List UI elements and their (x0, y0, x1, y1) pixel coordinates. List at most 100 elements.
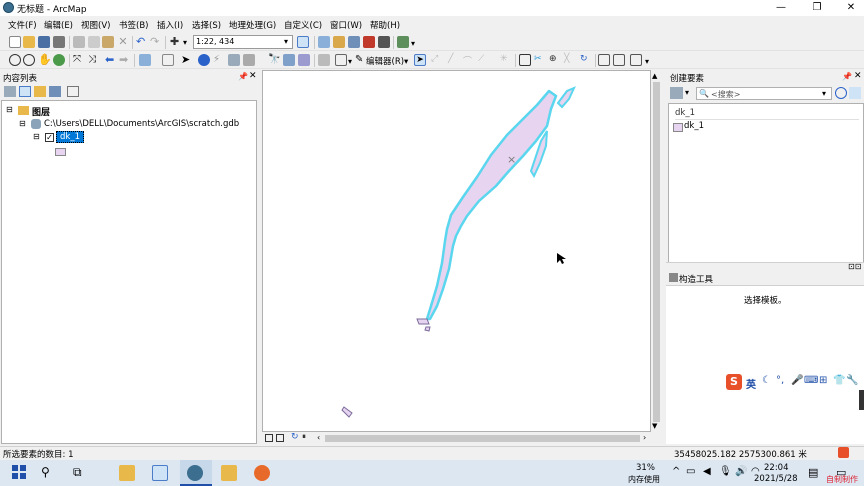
layer-visibility-checkbox[interactable]: ✓ (45, 133, 54, 142)
close-button[interactable]: ✕ (840, 1, 862, 15)
tray-battery-icon[interactable]: ▭ (686, 466, 695, 477)
fixed-zoom-out-icon[interactable]: ⤨ (88, 54, 100, 66)
python-window-icon[interactable] (378, 36, 390, 48)
viewer-window-icon[interactable] (335, 54, 347, 66)
add-data-icon[interactable]: ✚ (170, 36, 182, 48)
task-view-icon[interactable]: ⧉ (73, 465, 89, 481)
clock-date[interactable]: 2021/5/28 (754, 474, 798, 484)
right-edge-scroll-icon[interactable] (859, 390, 864, 410)
search-taskbar-icon[interactable]: ⚲ (41, 465, 57, 481)
editor-menu[interactable]: 编辑器(R)▾ (366, 55, 408, 67)
pause-drawing-icon[interactable]: ⏸ (302, 432, 306, 442)
html-popup-icon[interactable] (228, 54, 240, 66)
polygon-part-small[interactable] (341, 406, 353, 418)
sogou-tray-icon[interactable] (838, 447, 849, 458)
scale-dropdown-icon[interactable]: ▾ (284, 37, 288, 46)
layer-collapse-icon[interactable]: ⊟ (33, 132, 40, 141)
fixed-zoom-in-icon[interactable]: ⤧ (73, 54, 85, 66)
measure-icon[interactable] (243, 54, 255, 66)
notepad-icon[interactable] (152, 465, 168, 481)
clear-selection-icon[interactable] (162, 54, 174, 66)
ime-mic-icon[interactable]: 🎤 (791, 375, 803, 386)
zoom-in-icon[interactable] (9, 54, 21, 66)
forward-extent-icon[interactable]: ➡ (119, 54, 131, 66)
clock-time[interactable]: 22:04 (764, 463, 789, 473)
data-view-icon[interactable] (265, 434, 273, 442)
tray-mic-icon[interactable]: 🎙 (719, 466, 732, 477)
sketch-properties-icon[interactable] (613, 54, 625, 66)
hscroll-thumb[interactable] (325, 435, 640, 442)
search-window-icon[interactable] (348, 36, 360, 48)
rotate-icon[interactable]: ↻ (580, 54, 592, 66)
ime-grid-icon[interactable]: ⊞ (819, 375, 827, 386)
new-document-icon[interactable] (9, 36, 21, 48)
toc-close-icon[interactable]: ✕ (249, 71, 257, 81)
template-item[interactable]: dk_1 (671, 121, 711, 133)
maximize-button[interactable]: ❐ (806, 1, 828, 15)
catalog-window-icon[interactable] (333, 36, 345, 48)
polygon-part-upper-right[interactable] (556, 86, 576, 109)
scroll-left-icon[interactable]: ‹ (317, 433, 320, 442)
editor-toolbar-icon[interactable] (297, 36, 309, 48)
layers-collapse-icon[interactable]: ⊟ (6, 105, 13, 114)
print-icon[interactable] (53, 36, 65, 48)
layers-label[interactable]: 图层 (32, 105, 50, 118)
ime-toolbar[interactable]: S 英 ☾ °, 🎤 ⌨ ⊞ 👕 🔧 (724, 373, 864, 391)
toc-options-icon[interactable] (67, 86, 79, 97)
ime-moon-icon[interactable]: ☾ (762, 375, 771, 386)
search-dropdown-icon[interactable]: ▾ (822, 89, 826, 98)
template-properties-icon[interactable] (849, 87, 861, 99)
search-box[interactable]: 🔍 <搜索> ▾ (696, 87, 832, 100)
model-builder-icon[interactable] (397, 36, 409, 48)
tray-chevron-icon[interactable]: ^ (672, 466, 680, 477)
time-slider-icon[interactable] (318, 54, 330, 66)
arcmap-taskbar-icon[interactable] (187, 465, 203, 481)
editor-overflow-icon[interactable]: ▾ (645, 57, 649, 66)
split-icon[interactable]: ╳ (564, 54, 576, 66)
open-folder-icon[interactable] (23, 36, 35, 48)
undo-icon[interactable]: ↶ (136, 36, 148, 48)
ime-language-toggle[interactable]: 英 (746, 376, 756, 391)
refresh-icon[interactable]: ↻ (291, 432, 299, 442)
panel-splitter[interactable]: ⊡⊡ (666, 262, 864, 271)
toc-pin-icon[interactable]: 📌 (238, 72, 248, 81)
create-features-icon[interactable] (630, 54, 642, 66)
find-route-icon[interactable] (283, 54, 295, 66)
map-scale-input[interactable]: 1:22, 434 (193, 35, 293, 49)
menu-customize[interactable]: 自定义(C) (284, 19, 322, 31)
go-to-xy-icon[interactable] (298, 54, 310, 66)
ime-punct-icon[interactable]: °, (776, 375, 784, 386)
menu-geoprocessing[interactable]: 地理处理(G) (229, 19, 276, 31)
straight-segment-icon[interactable]: ╱ (448, 54, 460, 66)
redo-icon[interactable]: ↷ (150, 36, 162, 48)
ime-keyboard-icon[interactable]: ⌨ (804, 375, 818, 386)
gdb-path[interactable]: C:\Users\DELL\Documents\ArcGIS\scratch.g… (44, 119, 239, 129)
notification-icon[interactable]: ▤ (808, 466, 818, 479)
menu-edit[interactable]: 编辑(E) (44, 19, 73, 31)
menu-view[interactable]: 视图(V) (81, 19, 110, 31)
list-by-selection-icon[interactable] (49, 86, 61, 97)
menu-selection[interactable]: 选择(S) (192, 19, 221, 31)
identify-icon[interactable] (198, 54, 210, 66)
back-extent-icon[interactable]: ⬅ (105, 54, 117, 66)
arccatalog-taskbar-icon[interactable] (221, 465, 237, 481)
scroll-down-icon[interactable]: ▼ (652, 422, 657, 430)
trace-icon[interactable]: ⟋ (478, 54, 490, 66)
delete-icon[interactable]: ✕ (117, 36, 129, 48)
scroll-thumb[interactable] (653, 82, 660, 422)
polygon-part-bottom[interactable] (416, 318, 430, 325)
pan-icon[interactable]: ✋ (38, 54, 52, 66)
hyperlink-icon[interactable]: ⚡ (213, 54, 225, 66)
list-by-drawing-order-icon[interactable] (4, 86, 16, 97)
list-by-visibility-icon[interactable] (34, 86, 46, 97)
create-features-close-icon[interactable]: ✕ (854, 71, 862, 81)
file-explorer-icon[interactable] (119, 465, 135, 481)
selected-polygon-feature[interactable] (425, 89, 558, 321)
copy-icon[interactable] (88, 36, 100, 48)
map-view[interactable]: × (262, 70, 651, 432)
organize-dropdown-icon[interactable]: ▾ (685, 88, 689, 97)
layer-name[interactable]: dk_1 (56, 131, 84, 143)
windows-start-icon[interactable] (12, 465, 28, 481)
scroll-up-icon[interactable]: ▲ (652, 72, 657, 80)
list-by-source-icon[interactable] (19, 86, 31, 97)
